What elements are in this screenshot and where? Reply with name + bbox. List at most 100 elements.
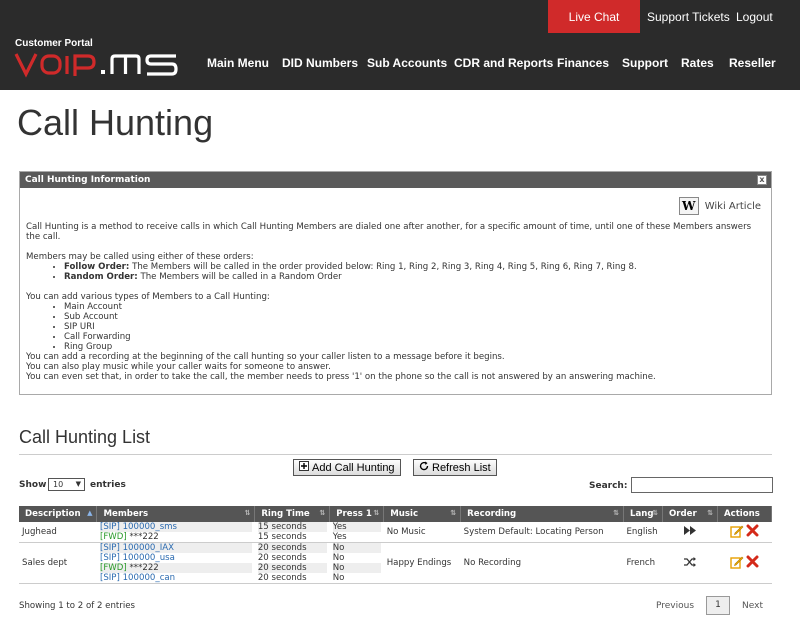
info-follow-order: Follow Order: The Members will be called… [64,262,766,272]
row-press-1: Yes Yes [329,522,384,543]
nav-finances[interactable]: Finances [557,56,609,70]
row-description: Jughead [19,522,97,543]
info-panel-title: Call Hunting Information [25,175,151,185]
support-tickets-link[interactable]: Support Tickets [647,0,730,33]
sort-icon: ⇅ [613,509,619,517]
info-note: You can even set that, in order to take … [26,372,656,382]
row-music: No Music [383,522,461,543]
entries-label: entries [90,480,126,490]
nav-rates[interactable]: Rates [681,56,714,70]
row-lang: French [623,542,663,584]
column-lang[interactable]: Lang ⇅ [623,506,663,522]
search-label: Search: [589,481,628,491]
sort-icon: ⇅ [652,509,658,517]
wiki-article-label: Wiki Article [704,200,761,212]
member-entry[interactable]: [SIP] 100000_usa [100,553,252,563]
close-icon[interactable]: x [757,175,767,185]
info-type-item: Ring Group [64,342,766,352]
table-info: Showing 1 to 2 of 2 entries [19,601,135,611]
nav-support[interactable]: Support [622,56,668,70]
table-row: Sales dept [SIP] 100000_IAX [SIP] 100000… [19,542,772,584]
sort-icon: ⇅ [450,509,457,517]
edit-icon[interactable] [730,524,744,541]
logout-link[interactable]: Logout [736,0,773,33]
info-panel: Call Hunting Information x W Wiki Articl… [19,171,772,395]
info-type-item: Call Forwarding [64,332,766,342]
divider [19,454,772,455]
show-label: Show [19,480,47,490]
info-types-intro: You can add various types of Members to … [26,292,270,302]
member-entry[interactable]: [SIP] 100000_sms [99,522,252,532]
row-recording: System Default: Locating Person [460,522,624,543]
page-title: Call Hunting [17,102,214,143]
column-order[interactable]: Order ⇅ [662,506,718,522]
column-ring-time[interactable]: Ring Time ⇅ [254,506,331,522]
row-press-1: No No No No [329,542,384,584]
sort-icon: ⇅ [244,509,251,517]
wikipedia-icon: W [678,197,699,215]
info-note: You can add a recording at the beginning… [26,352,505,362]
row-order [662,522,718,543]
next-page-button[interactable]: Next [742,601,763,611]
wiki-article-link[interactable]: W Wiki Article [678,197,761,215]
page-1-button[interactable]: 1 [706,596,730,615]
member-entry[interactable]: [FWD] ***222 [100,532,252,542]
delete-icon[interactable] [746,524,759,540]
row-members: [SIP] 100000_IAX [SIP] 100000_usa [FWD] … [96,542,255,584]
search-input[interactable] [631,477,773,493]
row-ring-time: 15 seconds 15 seconds [254,522,330,543]
column-description[interactable]: Description ▲ [19,506,98,522]
row-ring-time: 20 seconds 20 seconds 20 seconds 20 seco… [254,542,330,584]
voipms-logo[interactable] [14,48,180,78]
plus-icon [299,461,309,474]
sort-icon: ⇅ [707,509,713,517]
live-chat-button[interactable]: Live Chat [548,0,640,33]
nav-cdr-reports[interactable]: CDR and Reports [454,56,553,70]
nav-main-menu[interactable]: Main Menu [207,56,269,70]
nav-did-numbers[interactable]: DID Numbers [282,56,358,70]
table-row: Jughead [SIP] 100000_sms [FWD] ***222 15… [19,522,772,543]
sort-icon: ⇅ [319,509,326,517]
random-order-icon [683,556,696,570]
info-random-order: Random Order: The Members will be called… [64,272,766,282]
row-recording: No Recording [460,542,624,584]
row-description: Sales dept [19,542,97,584]
sort-asc-icon: ▲ [87,509,93,517]
dropdown-arrow-icon: ▼ [75,480,81,488]
column-members[interactable]: Members ⇅ [96,506,256,522]
refresh-icon [419,461,429,474]
previous-page-button[interactable]: Previous [656,601,694,611]
info-orders-intro: Members may be called using either of th… [26,252,254,262]
follow-order-icon [683,526,696,538]
info-intro: Call Hunting is a method to receive call… [26,222,752,242]
row-music: Happy Endings [383,542,461,584]
nav-reseller[interactable]: Reseller [729,56,776,70]
nav-sub-accounts[interactable]: Sub Accounts [367,56,447,70]
member-entry[interactable]: [SIP] 100000_IAX [99,543,252,553]
call-hunting-table: Description ▲ Members ⇅ Ring Time ⇅ Press 1… [19,506,773,584]
list-title: Call Hunting List [19,427,151,447]
info-type-item: SIP URI [64,322,766,332]
entries-select[interactable]: 10 ▼ [48,478,85,491]
member-entry[interactable]: [FWD] ***222 [99,563,252,573]
info-type-item: Main Account [64,302,766,312]
column-recording[interactable]: Recording ⇅ [460,506,624,522]
member-entry[interactable]: [SIP] 100000_can [100,573,252,583]
sort-icon: ⇅ [373,509,380,517]
column-music[interactable]: Music ⇅ [383,506,462,522]
column-press-1[interactable]: Press 1 ⇅ [329,506,385,522]
row-lang: English [623,522,663,543]
row-actions [717,522,772,543]
row-order [662,542,718,584]
info-note: You can also play music while your calle… [26,362,331,372]
delete-icon[interactable] [746,555,759,571]
column-actions: Actions [717,506,773,522]
row-actions [717,542,772,584]
add-call-hunting-button[interactable]: Add Call Hunting [293,459,401,476]
row-members: [SIP] 100000_sms [FWD] ***222 [96,522,255,543]
info-body: Call Hunting is a method to receive call… [26,222,766,382]
edit-icon[interactable] [730,555,744,572]
info-type-item: Sub Account [64,312,766,322]
info-panel-header: Call Hunting Information x [20,172,771,188]
refresh-list-button[interactable]: Refresh List [413,459,497,476]
